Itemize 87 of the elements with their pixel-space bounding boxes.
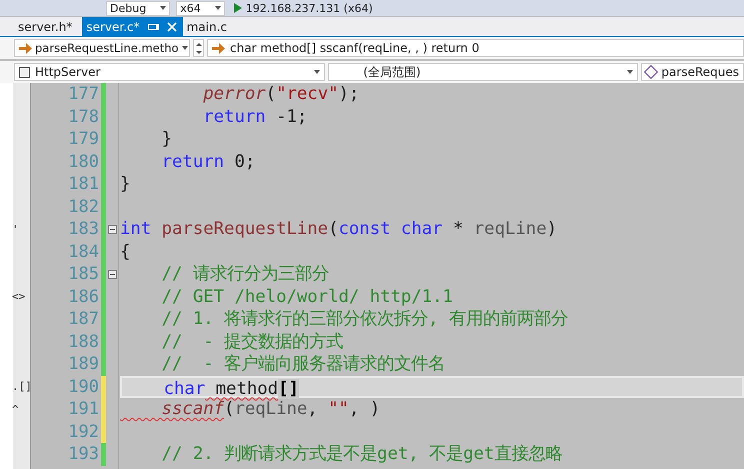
function-name: parseReques xyxy=(661,65,739,79)
file-tab[interactable]: server.c* xyxy=(82,17,183,36)
code-text: ( xyxy=(266,84,276,104)
file-tab[interactable]: main.c xyxy=(182,17,238,36)
collapse-icon[interactable] xyxy=(108,224,116,234)
line-number: 193 xyxy=(68,444,99,464)
collapse-icon[interactable] xyxy=(108,270,116,279)
line-number: 190 xyxy=(68,376,99,397)
caret-icon xyxy=(314,70,320,74)
code-text: ); xyxy=(338,84,360,104)
arrow-icon xyxy=(19,42,32,54)
line-number: 180 xyxy=(68,152,99,172)
file-tab[interactable]: server.h* xyxy=(14,17,82,36)
code-text: { xyxy=(120,242,130,262)
scope-name: (全局范围) xyxy=(363,64,421,80)
line-number: 187 xyxy=(68,309,99,330)
code-text: 0; xyxy=(233,152,256,172)
error-squiggle-text: method xyxy=(214,378,278,398)
context-dropdown[interactable]: char method[] sscanf(reqLine, , ) return 0 xyxy=(207,39,744,57)
caret-icon xyxy=(627,70,634,74)
string-literal: "" xyxy=(327,399,349,419)
keyword: int xyxy=(120,219,152,239)
code-comment: // - 客户端向服务器请求的文件名 xyxy=(160,354,446,374)
code-comment: // 1. 将请求行的三部分依次拆分, 有用的前两部分 xyxy=(160,309,568,329)
project-icon xyxy=(19,66,30,78)
margin-glyph: <> xyxy=(12,290,26,304)
pin-icon[interactable] xyxy=(148,24,159,30)
line-number: 191 xyxy=(68,399,99,420)
line-number: 184 xyxy=(68,242,99,262)
line-number: 189 xyxy=(68,354,99,374)
project-name: HttpServer xyxy=(35,65,100,79)
dropdown-label: x64 xyxy=(180,2,201,14)
parameter-name: reqLine xyxy=(234,399,308,419)
string-literal: "recv" xyxy=(276,84,339,104)
caret-icon xyxy=(160,6,166,10)
code-text: } xyxy=(120,174,130,194)
cube-icon xyxy=(644,64,658,80)
parameter-name: reqLine xyxy=(472,219,547,239)
caret-icon xyxy=(182,46,188,50)
keyword: return xyxy=(202,106,266,126)
code-text: , ) xyxy=(348,399,380,419)
configuration-dropdown[interactable]: x64 xyxy=(176,0,225,16)
code-text: , xyxy=(307,399,318,419)
arrow-icon xyxy=(212,42,225,54)
line-number: 177 xyxy=(68,84,99,104)
code-text: * xyxy=(452,219,464,239)
function-dropdown[interactable]: parseReques xyxy=(641,63,744,81)
keyword: char xyxy=(400,219,443,239)
line-number: 186 xyxy=(68,286,99,307)
code-text: } xyxy=(160,129,172,149)
dropdown-label: Debug xyxy=(110,2,146,14)
margin-glyph: ^ xyxy=(12,402,19,416)
code-comment: // 请求行分为三部分 xyxy=(160,264,329,284)
keyword: const xyxy=(338,219,391,239)
scope-dropdown[interactable]: (全局范围) xyxy=(328,63,638,81)
code-comment: // 2. 判断请求方式是不是get, 不是get直接忽略 xyxy=(160,444,562,464)
close-icon[interactable] xyxy=(166,22,177,32)
line-number: 183 xyxy=(68,219,99,240)
keyword: char xyxy=(162,378,206,398)
margin-glyph: ' xyxy=(12,222,19,236)
code-editor[interactable] xyxy=(0,83,744,469)
line-number: 182 xyxy=(68,196,99,217)
member-name: parseRequestLine.metho xyxy=(35,41,179,55)
context-text: char method[] sscanf(reqLine, , ) return 0 xyxy=(230,41,480,55)
code-comment: // - 提交数据的方式 xyxy=(160,332,344,352)
code-text: ) xyxy=(546,219,558,239)
error-squiggle-text: sscanf xyxy=(160,399,224,419)
configuration-dropdown[interactable]: Debug xyxy=(106,0,170,16)
keyword: return xyxy=(160,152,224,172)
code-text: ( xyxy=(328,219,338,239)
line-number: 188 xyxy=(68,332,99,352)
spin-control[interactable] xyxy=(193,39,204,57)
line-number: 181 xyxy=(68,174,99,194)
line-number: 179 xyxy=(68,129,99,150)
line-number: 185 xyxy=(68,264,99,284)
project-dropdown[interactable]: HttpServer xyxy=(14,63,326,81)
caret-icon xyxy=(214,6,221,10)
code-text: -1; xyxy=(275,106,308,126)
line-number: 178 xyxy=(68,106,99,127)
member-dropdown[interactable]: parseRequestLine.metho xyxy=(14,39,190,57)
function-name: parseRequestLine xyxy=(160,219,328,239)
line-number: 192 xyxy=(68,422,99,442)
brackets: [] xyxy=(278,378,299,398)
code-text: ( xyxy=(224,399,234,419)
code-comment: // GET /helo/world/ http/1.1 xyxy=(160,286,453,306)
margin-glyph: .[] xyxy=(12,380,32,394)
function-call: perror xyxy=(202,84,266,104)
